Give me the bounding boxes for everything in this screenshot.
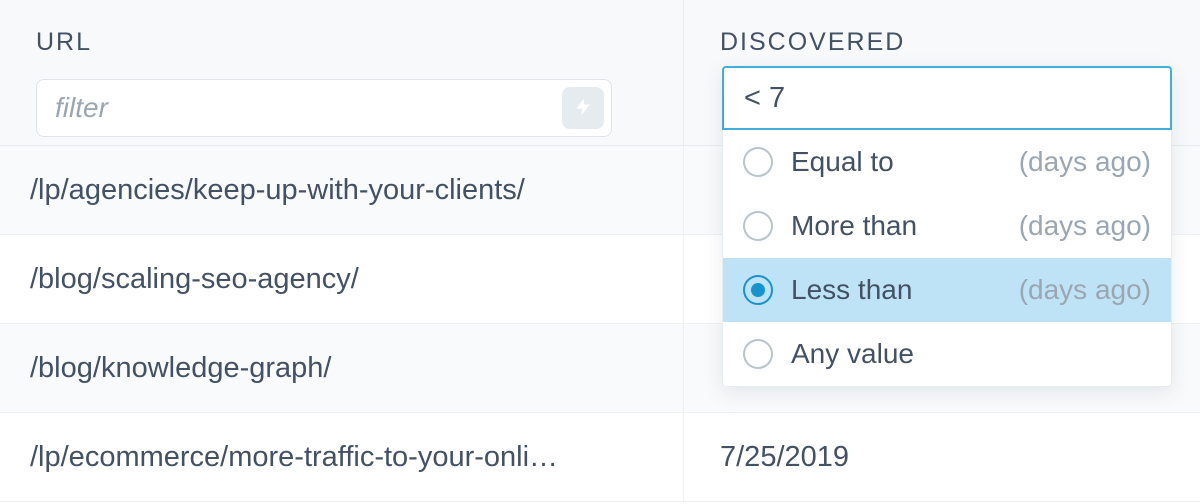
radio-icon xyxy=(743,275,773,305)
column-header-url: URL xyxy=(0,0,684,145)
cell-discovered: 7/25/2019 xyxy=(684,441,1200,474)
cell-url: /lp/agencies/keep-up-with-your-clients/ xyxy=(0,146,684,234)
radio-icon xyxy=(743,339,773,369)
option-label: Equal to xyxy=(791,146,894,178)
cell-url: /blog/scaling-seo-agency/ xyxy=(0,235,684,323)
cell-url: /lp/ecommerce/more-traffic-to-your-onli… xyxy=(0,413,684,501)
option-label: More than xyxy=(791,210,917,242)
discovered-filter-input[interactable] xyxy=(722,66,1172,130)
filter-option-more-than[interactable]: More than (days ago) xyxy=(723,194,1171,258)
url-filter-wrap xyxy=(36,79,612,137)
option-hint: (days ago) xyxy=(1019,274,1151,306)
filter-option-equal-to[interactable]: Equal to (days ago) xyxy=(723,130,1171,194)
radio-icon xyxy=(743,211,773,241)
discovered-filter-dropdown: Equal to (days ago) More than (days ago)… xyxy=(722,66,1172,387)
option-label: Any value xyxy=(791,338,914,370)
filter-option-list: Equal to (days ago) More than (days ago)… xyxy=(722,130,1172,387)
column-label-discovered[interactable]: DISCOVERED xyxy=(720,28,1164,57)
radio-icon xyxy=(743,147,773,177)
bolt-icon xyxy=(573,95,593,122)
filter-option-less-than[interactable]: Less than (days ago) xyxy=(723,258,1171,322)
column-label-url[interactable]: URL xyxy=(36,28,647,57)
filter-option-any-value[interactable]: Any value xyxy=(723,322,1171,386)
url-filter-input[interactable] xyxy=(36,79,612,137)
option-hint: (days ago) xyxy=(1019,146,1151,178)
option-hint: (days ago) xyxy=(1019,210,1151,242)
cell-url: /blog/knowledge-graph/ xyxy=(0,324,684,412)
data-table: URL DISCOVERED /lp/agencies/keep-up-with… xyxy=(0,0,1200,504)
quick-filter-button[interactable] xyxy=(562,87,604,129)
option-label: Less than xyxy=(791,274,912,306)
table-row[interactable]: /lp/ecommerce/more-traffic-to-your-onli…… xyxy=(0,413,1200,502)
